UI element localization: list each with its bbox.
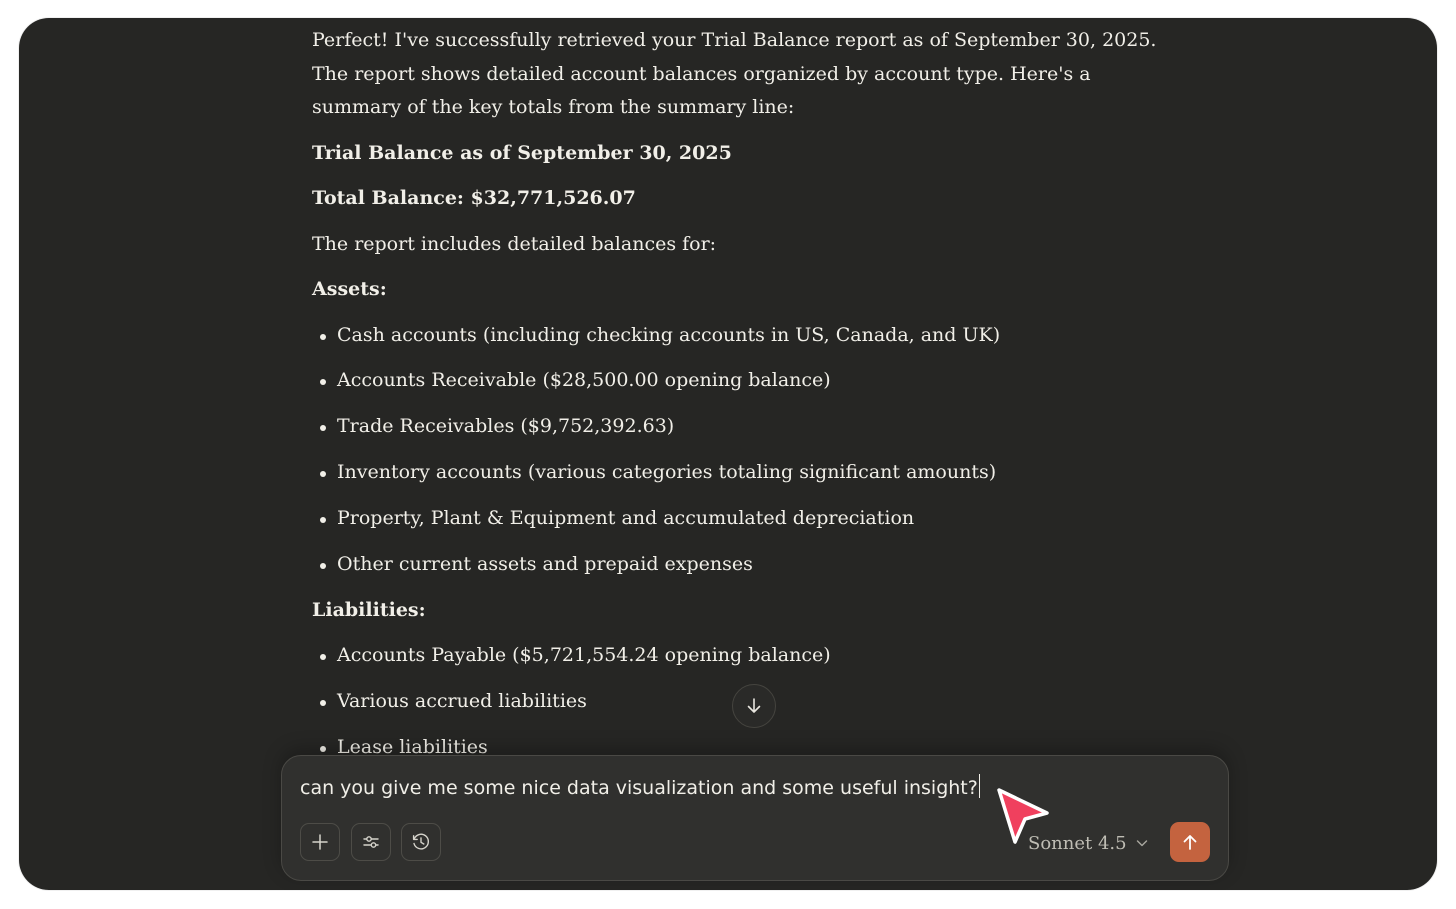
message-intro: Perfect! I've successfully retrieved you… (312, 29, 1157, 118)
tools-button[interactable] (351, 823, 391, 861)
assets-list: Cash accounts (including checking accoun… (312, 319, 1182, 582)
includes-text: The report includes detailed balances fo… (312, 232, 717, 255)
mouse-pointer-icon (997, 788, 1049, 844)
report-heading: Trial Balance as of September 30, 2025 (312, 141, 732, 164)
list-item: Property, Plant & Equipment and accumula… (320, 502, 1182, 536)
total-balance: Total Balance: $32,771,526.07 (312, 187, 636, 209)
list-item: Trade Receivables ($9,752,392.63) (320, 410, 1182, 444)
assets-heading: Assets: (312, 278, 387, 300)
clock-icon (412, 833, 429, 850)
add-button[interactable] (300, 823, 340, 861)
liabilities-heading: Liabilities: (312, 598, 426, 621)
send-button[interactable] (1170, 822, 1210, 862)
message-input-value: can you give me some nice data visualiza… (300, 777, 978, 799)
message-composer: can you give me some nice data visualiza… (281, 755, 1229, 881)
history-button[interactable] (401, 823, 441, 861)
list-item: Inventory accounts (various categories t… (320, 456, 1182, 490)
chevron-down-icon (1136, 840, 1147, 847)
chat-window: Perfect! I've successfully retrieved you… (19, 18, 1437, 890)
list-item: Cash accounts (including checking accoun… (320, 319, 1182, 353)
scroll-to-bottom-button[interactable] (732, 684, 776, 728)
list-item: Accounts Payable ($5,721,554.24 opening … (320, 639, 1182, 673)
list-item: Accounts Receivable ($28,500.00 opening … (320, 364, 1182, 398)
plus-icon (312, 834, 328, 850)
list-item: Other current assets and prepaid expense… (320, 548, 1182, 582)
sliders-icon (363, 836, 379, 848)
message-input[interactable]: can you give me some nice data visualiza… (300, 774, 981, 802)
assistant-message: Perfect! I've successfully retrieved you… (312, 24, 1182, 777)
arrow-down-icon (747, 698, 761, 713)
text-caret (978, 774, 981, 798)
arrow-up-icon (1183, 835, 1197, 850)
